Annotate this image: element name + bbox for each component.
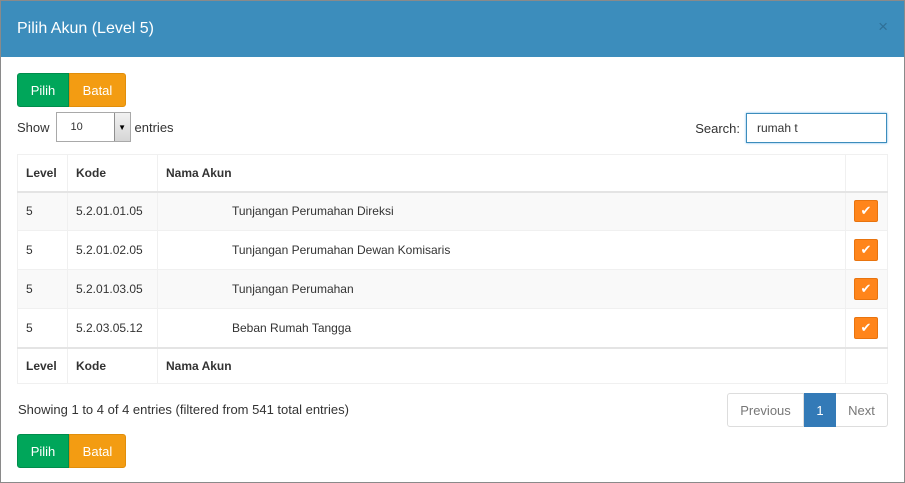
- cell-level: 5: [17, 191, 68, 231]
- cell-nama-akun: Beban Rumah Tangga: [157, 308, 846, 348]
- check-icon[interactable]: ✔: [854, 200, 878, 223]
- next-page-button[interactable]: Next: [836, 393, 888, 427]
- table-footer-row: Level Kode Nama Akun: [17, 346, 888, 384]
- nama-akun-text: Tunjangan Perumahan Direksi: [232, 204, 394, 219]
- footer-kode: Kode: [67, 346, 158, 384]
- nama-akun-text: Tunjangan Perumahan: [232, 282, 354, 296]
- modal-header: Pilih Akun (Level 5) ×: [1, 1, 904, 57]
- table-row: 5 5.2.01.01.05 Tunjangan Perumahan Direk…: [17, 191, 888, 231]
- cell-level: 5: [17, 269, 68, 309]
- footer-nama-akun: Nama Akun: [157, 346, 846, 384]
- batal-button-top[interactable]: Batal: [69, 73, 126, 107]
- cell-kode: 5.2.01.02.05: [67, 230, 158, 270]
- cell-action: ✔: [845, 230, 888, 270]
- cell-action: ✔: [845, 191, 888, 231]
- cell-nama-akun: Tunjangan Perumahan Direksi: [157, 191, 846, 231]
- show-label: Show: [17, 119, 50, 135]
- cell-nama-akun: Tunjangan Perumahan: [157, 269, 846, 309]
- nama-akun-text: Beban Rumah Tangga: [232, 320, 352, 335]
- table-header-row: Level Kode Nama Akun: [17, 154, 888, 193]
- table-row: 5 5.2.01.02.05 Tunjangan Perumahan Dewan…: [17, 230, 888, 270]
- previous-page-button[interactable]: Previous: [727, 393, 804, 427]
- chevron-down-icon: ▼: [113, 113, 130, 141]
- accounts-table: Level Kode Nama Akun 5 5.2.01.01.05 Tunj…: [17, 154, 888, 384]
- entries-select-value: 10: [70, 121, 83, 133]
- entries-select[interactable]: 10 ▼: [55, 112, 131, 142]
- pagination: Previous 1 Next: [727, 393, 888, 427]
- check-icon[interactable]: ✔: [854, 278, 878, 300]
- entries-label: entries: [134, 119, 174, 135]
- top-action-buttons: Pilih Batal: [17, 73, 126, 107]
- page-1-button[interactable]: 1: [804, 393, 836, 427]
- cell-level: 5: [17, 230, 68, 270]
- footer-action: [845, 346, 888, 384]
- length-menu: Show 10 ▼ entries: [17, 112, 174, 142]
- cell-level: 5: [17, 308, 68, 348]
- search-input[interactable]: [746, 113, 887, 143]
- pilih-button-bottom[interactable]: Pilih: [17, 434, 69, 468]
- cell-kode: 5.2.03.05.12: [67, 308, 158, 348]
- header-nama-akun[interactable]: Nama Akun: [157, 154, 846, 193]
- table-info-text: Showing 1 to 4 of 4 entries (filtered fr…: [18, 402, 349, 417]
- header-level[interactable]: Level: [17, 154, 68, 193]
- search-label: Search:: [695, 120, 740, 136]
- check-icon[interactable]: ✔: [854, 239, 878, 261]
- table-row: 5 5.2.01.03.05 Tunjangan Perumahan ✔: [17, 269, 888, 309]
- cell-action: ✔: [845, 269, 888, 309]
- header-action: [845, 154, 888, 193]
- cell-kode: 5.2.01.03.05: [67, 269, 158, 309]
- cell-nama-akun: Tunjangan Perumahan Dewan Komisaris: [157, 230, 846, 270]
- table-row: 5 5.2.03.05.12 Beban Rumah Tangga ✔: [17, 308, 888, 348]
- batal-button-bottom[interactable]: Batal: [69, 434, 126, 468]
- close-icon[interactable]: ×: [878, 17, 888, 37]
- nama-akun-text: Tunjangan Perumahan Dewan Komisaris: [232, 243, 451, 257]
- cell-action: ✔: [845, 308, 888, 348]
- search-filter: Search:: [695, 113, 887, 143]
- header-kode[interactable]: Kode: [67, 154, 158, 193]
- check-icon[interactable]: ✔: [854, 316, 878, 339]
- pilih-akun-modal: Pilih Akun (Level 5) × Pilih Batal Show …: [0, 0, 905, 483]
- cell-kode: 5.2.01.01.05: [67, 191, 158, 231]
- pilih-button-top[interactable]: Pilih: [17, 73, 69, 107]
- modal-title: Pilih Akun (Level 5): [17, 20, 154, 37]
- bottom-action-buttons: Pilih Batal: [17, 434, 126, 468]
- footer-level: Level: [17, 346, 68, 384]
